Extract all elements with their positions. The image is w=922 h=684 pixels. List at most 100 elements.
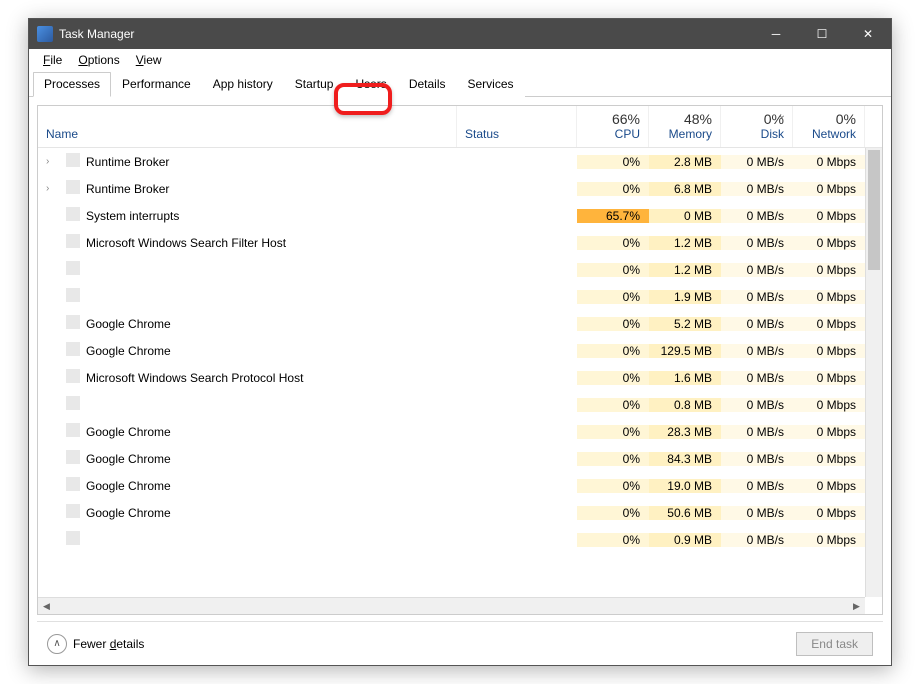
col-disk[interactable]: ⌄ 0% Disk — [721, 106, 793, 147]
network-value: 0 Mbps — [793, 209, 865, 223]
task-manager-window: Task Manager ─ ☐ ✕ File Options View Pro… — [28, 18, 892, 666]
scroll-left-icon[interactable]: ◀ — [38, 598, 55, 615]
menubar: File Options View — [29, 49, 891, 71]
cpu-value: 0% — [577, 452, 649, 466]
process-icon — [58, 423, 78, 440]
memory-value: 6.8 MB — [649, 182, 721, 196]
table-row[interactable]: Google Chrome0%50.6 MB0 MB/s0 Mbps — [38, 499, 865, 526]
disk-value: 0 MB/s — [721, 371, 793, 385]
process-grid: Name Status 66% CPU 48% Memory ⌄ 0% Disk — [37, 105, 883, 615]
disk-value: 0 MB/s — [721, 290, 793, 304]
table-row[interactable]: System interrupts65.7%0 MB0 MB/s0 Mbps — [38, 202, 865, 229]
network-value: 0 Mbps — [793, 263, 865, 277]
cpu-value: 0% — [577, 533, 649, 547]
disk-value: 0 MB/s — [721, 317, 793, 331]
rows-viewport[interactable]: ›Runtime Broker0%2.8 MB0 MB/s0 Mbps›Runt… — [38, 148, 865, 597]
table-row[interactable]: Google Chrome0%19.0 MB0 MB/s0 Mbps — [38, 472, 865, 499]
process-name: Google Chrome — [78, 452, 457, 466]
table-row[interactable]: Microsoft Windows Search Filter Host0%1.… — [38, 229, 865, 256]
table-row[interactable]: ›Runtime Broker0%6.8 MB0 MB/s0 Mbps — [38, 175, 865, 202]
collapse-icon: ∧ — [47, 634, 67, 654]
network-value: 0 Mbps — [793, 452, 865, 466]
close-button[interactable]: ✕ — [845, 19, 891, 49]
expand-toggle[interactable]: › — [38, 183, 58, 194]
tab-strip: Processes Performance App history Startu… — [29, 71, 891, 97]
disk-value: 0 MB/s — [721, 182, 793, 196]
process-icon — [58, 369, 78, 386]
memory-value: 1.9 MB — [649, 290, 721, 304]
cpu-value: 0% — [577, 479, 649, 493]
cpu-value: 0% — [577, 182, 649, 196]
table-row[interactable]: 0%0.9 MB0 MB/s0 Mbps — [38, 526, 865, 553]
table-row[interactable]: ›Runtime Broker0%2.8 MB0 MB/s0 Mbps — [38, 148, 865, 175]
tab-startup[interactable]: Startup — [284, 72, 345, 97]
network-value: 0 Mbps — [793, 425, 865, 439]
horizontal-scrollbar[interactable]: ◀ ▶ — [38, 597, 865, 614]
fewer-details-label: Fewer details — [73, 637, 144, 651]
menu-options[interactable]: Options — [70, 51, 127, 69]
disk-value: 0 MB/s — [721, 263, 793, 277]
tab-performance[interactable]: Performance — [111, 72, 202, 97]
disk-value: 0 MB/s — [721, 344, 793, 358]
cpu-value: 0% — [577, 506, 649, 520]
disk-value: 0 MB/s — [721, 479, 793, 493]
cpu-value: 0% — [577, 371, 649, 385]
process-icon — [58, 531, 78, 548]
titlebar[interactable]: Task Manager ─ ☐ ✕ — [29, 19, 891, 49]
cpu-value: 0% — [577, 290, 649, 304]
table-row[interactable]: Microsoft Windows Search Protocol Host 0%… — [38, 364, 865, 391]
scrollbar-thumb[interactable] — [868, 150, 880, 270]
col-name[interactable]: Name — [38, 106, 457, 147]
cpu-value: 0% — [577, 344, 649, 358]
end-task-button[interactable]: End task — [796, 632, 873, 656]
process-icon — [58, 234, 78, 251]
table-row[interactable]: Google Chrome0%129.5 MB0 MB/s0 Mbps — [38, 337, 865, 364]
process-name: Google Chrome — [78, 344, 457, 358]
disk-value: 0 MB/s — [721, 236, 793, 250]
header-scroll-spacer — [865, 106, 882, 147]
network-value: 0 Mbps — [793, 317, 865, 331]
tab-users[interactable]: Users — [344, 72, 397, 97]
table-row[interactable]: 0%0.8 MB0 MB/s0 Mbps — [38, 391, 865, 418]
cpu-value: 0% — [577, 398, 649, 412]
table-row[interactable]: 0%1.2 MB0 MB/s0 Mbps — [38, 256, 865, 283]
tab-details[interactable]: Details — [398, 72, 457, 97]
disk-value: 0 MB/s — [721, 533, 793, 547]
col-status[interactable]: Status — [457, 106, 577, 147]
tab-services[interactable]: Services — [457, 72, 525, 97]
col-memory[interactable]: 48% Memory — [649, 106, 721, 147]
disk-value: 0 MB/s — [721, 425, 793, 439]
memory-value: 2.8 MB — [649, 155, 721, 169]
network-value: 0 Mbps — [793, 236, 865, 250]
maximize-button[interactable]: ☐ — [799, 19, 845, 49]
grid-body: ›Runtime Broker0%2.8 MB0 MB/s0 Mbps›Runt… — [38, 148, 882, 614]
fewer-details-toggle[interactable]: ∧ Fewer details — [47, 634, 144, 654]
cpu-value: 65.7% — [577, 209, 649, 223]
table-row[interactable]: Google Chrome0%5.2 MB0 MB/s0 Mbps — [38, 310, 865, 337]
menu-view[interactable]: View — [128, 51, 170, 69]
vertical-scrollbar[interactable] — [865, 148, 882, 597]
memory-value: 84.3 MB — [649, 452, 721, 466]
disk-value: 0 MB/s — [721, 209, 793, 223]
memory-value: 0.8 MB — [649, 398, 721, 412]
menu-file[interactable]: File — [35, 51, 70, 69]
network-value: 0 Mbps — [793, 290, 865, 304]
tab-processes[interactable]: Processes — [33, 72, 111, 97]
table-row[interactable]: 0%1.9 MB0 MB/s0 Mbps — [38, 283, 865, 310]
memory-value: 1.6 MB — [649, 371, 721, 385]
table-row[interactable]: Google Chrome0%84.3 MB0 MB/s0 Mbps — [38, 445, 865, 472]
disk-value: 0 MB/s — [721, 398, 793, 412]
process-name: Microsoft Windows Search Protocol Host — [78, 371, 457, 385]
memory-value: 1.2 MB — [649, 236, 721, 250]
tab-app-history[interactable]: App history — [202, 72, 284, 97]
expand-toggle[interactable]: › — [38, 156, 58, 167]
minimize-button[interactable]: ─ — [753, 19, 799, 49]
process-icon — [58, 153, 78, 170]
grid-header: Name Status 66% CPU 48% Memory ⌄ 0% Disk — [38, 106, 882, 148]
process-name: Google Chrome — [78, 317, 457, 331]
col-network[interactable]: 0% Network — [793, 106, 865, 147]
scroll-right-icon[interactable]: ▶ — [848, 598, 865, 615]
col-cpu[interactable]: 66% CPU — [577, 106, 649, 147]
process-name: Google Chrome — [78, 479, 457, 493]
table-row[interactable]: Google Chrome0%28.3 MB0 MB/s0 Mbps — [38, 418, 865, 445]
